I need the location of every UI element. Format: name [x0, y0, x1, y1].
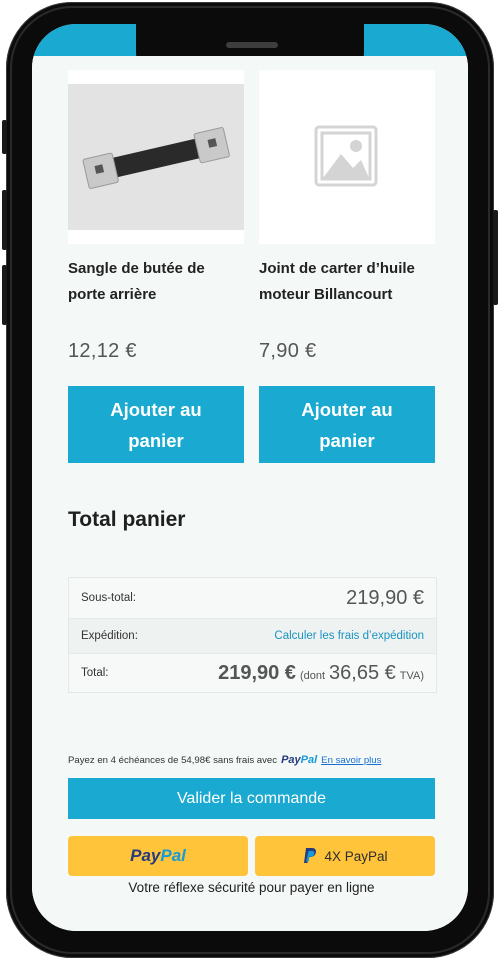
phone-side-button-left-2: [2, 190, 7, 250]
paylater-text: Payez en 4 échéances de 54,98€ sans frai…: [68, 754, 278, 766]
calculate-shipping-link[interactable]: Calculer les frais d’expédition: [274, 630, 424, 642]
total-value: 219,90 €: [218, 661, 296, 684]
image-placeholder-icon: [259, 70, 435, 244]
tax-suffix: TVA): [399, 669, 424, 682]
tax-prefix: (dont: [299, 669, 326, 682]
paypal-4x-label: 4X PayPal: [324, 848, 388, 864]
subtotal-value: 219,90 €: [346, 586, 424, 609]
product-image[interactable]: [68, 70, 244, 244]
add-to-cart-button[interactable]: Ajouter au panier: [259, 386, 435, 463]
paypal-paylater-message: Payez en 4 échéances de 54,98€ sans frai…: [68, 754, 381, 766]
product-price: 12,12 €: [68, 340, 137, 362]
paypal-button-logo-pay: Pay: [130, 846, 161, 865]
cart-totals-title: Total panier: [68, 508, 186, 531]
speaker-grille: [226, 42, 278, 48]
paypal-button[interactable]: PayPal: [68, 836, 248, 876]
phone-side-button-left-3: [2, 265, 7, 325]
phone-screen: Sangle de butée de porte arrière 12,12 €…: [32, 24, 468, 931]
subtotal-label: Sous-total:: [81, 592, 136, 604]
security-tagline: Votre réflexe sécurité pour payer en lig…: [128, 880, 375, 895]
paypal-logo-pay: Pay: [281, 754, 301, 766]
paypal-4x-button[interactable]: 4X PayPal: [255, 836, 435, 876]
checkout-button[interactable]: Valider la commande: [68, 778, 435, 819]
add-to-cart-button[interactable]: Ajouter au panier: [68, 386, 244, 463]
shipping-label: Expédition:: [81, 630, 138, 642]
product-card: Sangle de butée de porte arrière: [68, 70, 244, 308]
tax-value: 36,65 €: [329, 661, 396, 684]
subtotal-row: Sous-total: 219,90 €: [69, 578, 436, 619]
product-title[interactable]: Joint de carter d’huile moteur Billancou…: [259, 256, 435, 308]
paypal-p-icon: [304, 848, 317, 863]
phone-side-button-left-1: [2, 120, 7, 154]
product-price: 7,90 €: [259, 340, 317, 362]
learn-more-link[interactable]: En savoir plus: [321, 755, 381, 766]
cart-totals-table: Sous-total: 219,90 € Expédition: Calcule…: [68, 577, 437, 693]
paypal-logo-pal: Pal: [300, 754, 318, 766]
page-content: Sangle de butée de porte arrière 12,12 €…: [32, 56, 468, 931]
phone-side-button-right: [493, 210, 498, 305]
paypal-logo: PayPal: [281, 754, 317, 766]
paypal-button-logo: PayPal: [130, 846, 186, 866]
shipping-row: Expédition: Calculer les frais d’expédit…: [69, 619, 436, 654]
paypal-button-logo-pal: Pal: [160, 846, 186, 865]
product-image[interactable]: [259, 70, 435, 244]
total-row: Total: 219,90 € (dont 36,65 € TVA): [69, 654, 436, 692]
product-card: Joint de carter d’huile moteur Billancou…: [259, 70, 435, 308]
product-title[interactable]: Sangle de butée de porte arrière: [68, 256, 244, 308]
add-to-cart-label: Ajouter au panier: [301, 398, 393, 451]
add-to-cart-label: Ajouter au panier: [110, 398, 202, 451]
total-amount: 219,90 € (dont 36,65 € TVA): [218, 662, 424, 685]
strap-photo: [68, 84, 244, 230]
total-label: Total:: [81, 667, 109, 679]
paypal-buttons: PayPal 4X PayPal: [68, 836, 435, 876]
